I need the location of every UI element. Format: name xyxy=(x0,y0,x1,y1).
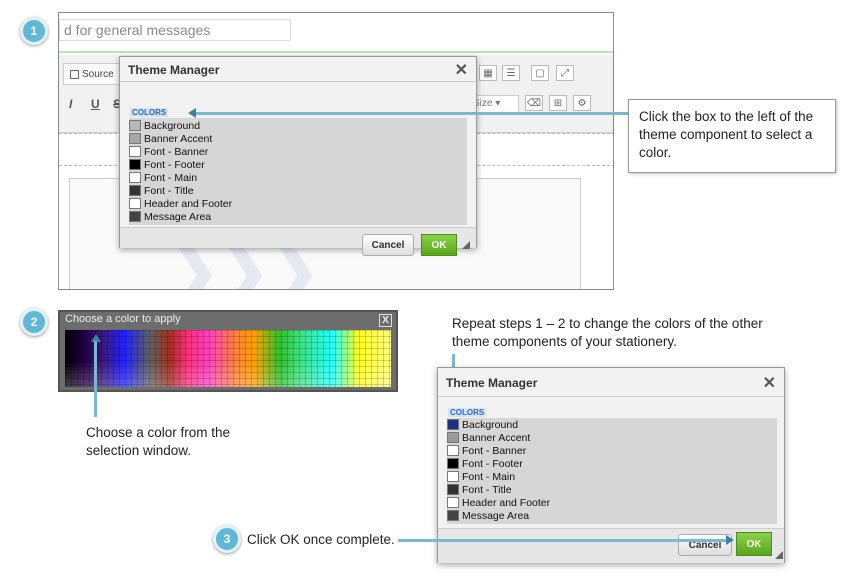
arrow-icon xyxy=(726,535,734,545)
divider xyxy=(59,51,613,53)
close-icon[interactable]: ✕ xyxy=(763,373,776,393)
step3-instruction: Click OK once complete. xyxy=(247,532,395,547)
swatch-box[interactable] xyxy=(447,419,459,430)
list-item[interactable]: Font - Title xyxy=(129,184,194,197)
list-item[interactable]: Font - Banner xyxy=(447,444,526,457)
arrow-icon xyxy=(188,108,196,118)
dialog-title: Theme Manager xyxy=(446,376,538,390)
color-picker-window: Choose a color to apply X xyxy=(58,310,398,392)
swatch-box[interactable] xyxy=(447,445,459,456)
subject-input[interactable]: d for general messages xyxy=(59,19,291,41)
ok-button[interactable]: OK xyxy=(421,234,457,256)
table-icon[interactable]: ▦ xyxy=(479,65,497,81)
list-item[interactable]: Font - Main xyxy=(129,171,197,184)
swatch-box[interactable] xyxy=(447,458,459,469)
chevron-decoration: ❯❯❯ xyxy=(169,237,320,290)
theme-manager-dialog-2: Theme Manager ✕ COLORS Background Banner… xyxy=(437,367,785,563)
resize-grip-icon[interactable] xyxy=(775,551,783,559)
theme-manager-dialog: Theme Manager ✕ COLORS Background Banner… xyxy=(119,56,477,256)
clear-format-icon[interactable]: ⌫ xyxy=(525,95,543,111)
swatch-box[interactable] xyxy=(447,497,459,508)
source-icon xyxy=(70,69,79,79)
step-2-badge: 2 xyxy=(20,308,48,336)
insert-field-icon[interactable]: ⊞ xyxy=(549,95,567,111)
swatch-box[interactable] xyxy=(447,471,459,482)
cancel-button[interactable]: Cancel xyxy=(362,234,414,256)
repeat-instruction: Repeat steps 1 – 2 to change the colors … xyxy=(452,316,763,350)
list-item[interactable]: Header and Footer xyxy=(447,496,550,509)
hr-icon[interactable]: ☰ xyxy=(502,65,520,81)
dialog-title: Theme Manager xyxy=(128,63,220,77)
step2-instruction: Choose a color from the selection window… xyxy=(86,425,231,459)
close-icon[interactable]: ✕ xyxy=(455,60,468,80)
close-icon[interactable]: X xyxy=(379,314,392,327)
resize-grip-icon[interactable] xyxy=(462,241,470,249)
swatch-box[interactable] xyxy=(129,185,141,196)
swatch-box[interactable] xyxy=(447,484,459,495)
ok-button[interactable]: OK xyxy=(736,532,772,556)
swatch-box[interactable] xyxy=(129,120,141,131)
connector-line xyxy=(94,341,97,417)
colors-list: Background Banner Accent Font - Banner F… xyxy=(447,418,777,524)
swatch-box[interactable] xyxy=(129,198,141,209)
preview-icon[interactable]: ▢ xyxy=(531,65,549,81)
settings-icon[interactable]: ⚙ xyxy=(573,95,591,111)
connector-line xyxy=(196,112,630,115)
cancel-button[interactable]: Cancel xyxy=(678,534,732,556)
list-item[interactable]: Background xyxy=(129,119,200,132)
swatch-box[interactable] xyxy=(129,159,141,170)
colors-list: Background Banner Accent Font - Banner F… xyxy=(129,118,467,225)
swatch-box[interactable] xyxy=(129,172,141,183)
callout-step1: Click the box to the left of the theme c… xyxy=(628,99,836,173)
connector-line xyxy=(398,539,726,542)
swatch-box[interactable] xyxy=(129,211,141,222)
list-item[interactable]: Font - Banner xyxy=(129,145,208,158)
step-3-badge: 3 xyxy=(213,525,241,553)
list-item[interactable]: Banner Accent xyxy=(129,132,212,145)
list-item[interactable]: Font - Footer xyxy=(447,457,523,470)
colors-section-label: COLORS xyxy=(130,108,169,117)
list-item[interactable]: Message Area xyxy=(447,509,529,522)
screenshot-editor: d for general messages Source I U S ▦ ☰ … xyxy=(58,12,614,290)
swatch-box[interactable] xyxy=(447,510,459,521)
list-item[interactable]: Background xyxy=(447,418,518,431)
list-item[interactable]: Banner Accent xyxy=(447,431,530,444)
list-item[interactable]: Font - Title xyxy=(447,483,512,496)
swatch-box[interactable] xyxy=(447,432,459,443)
step-1-badge: 1 xyxy=(20,17,48,45)
underline-button[interactable]: U xyxy=(91,97,100,111)
list-item[interactable]: Font - Main xyxy=(447,470,515,483)
list-item[interactable]: Font - Footer xyxy=(129,158,205,171)
color-grid[interactable] xyxy=(65,330,391,387)
maximize-icon[interactable]: ⤢ xyxy=(556,65,574,81)
list-item[interactable]: Message Area xyxy=(129,210,211,223)
source-label: Source xyxy=(82,68,114,80)
swatch-box[interactable] xyxy=(129,146,141,157)
list-item[interactable]: Header and Footer xyxy=(129,197,232,210)
picker-title: Choose a color to apply xyxy=(65,313,181,325)
italic-button[interactable]: I xyxy=(69,97,72,111)
dialog-footer xyxy=(438,528,784,563)
colors-section-label: COLORS xyxy=(448,408,487,417)
swatch-box[interactable] xyxy=(129,133,141,144)
source-button[interactable]: Source xyxy=(63,63,121,85)
